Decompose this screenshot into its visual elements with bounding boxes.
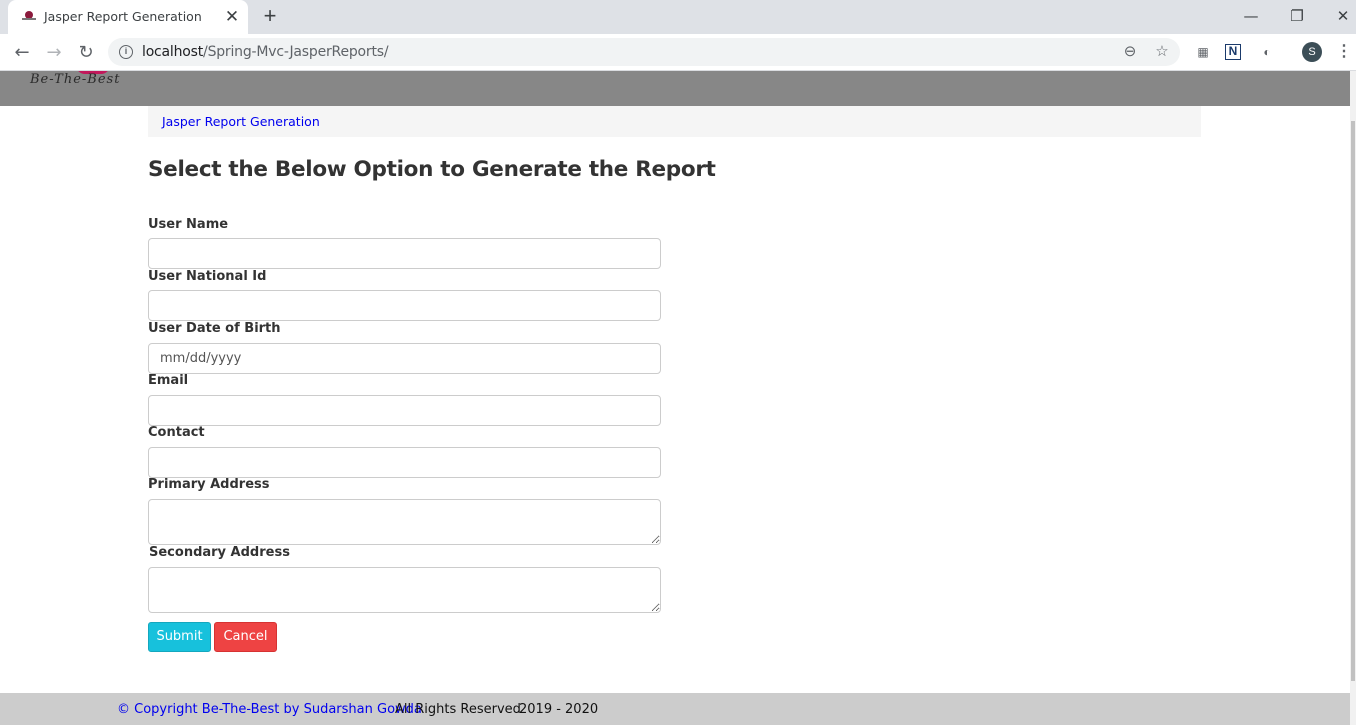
zoom-icon[interactable]: ⊖ bbox=[1120, 42, 1140, 62]
tab-title: Jasper Report Generation bbox=[44, 9, 202, 24]
primary-address-label: Primary Address bbox=[148, 477, 270, 492]
footer-rights: All Rights Reserved bbox=[395, 702, 521, 717]
email-label: Email bbox=[148, 373, 189, 388]
browser-toolbar: ← → ↻ i localhost/Spring-Mvc-JasperRepor… bbox=[0, 34, 1356, 71]
new-tab-icon[interactable]: + bbox=[258, 5, 282, 29]
page-scrollbar[interactable] bbox=[1350, 71, 1356, 725]
dob-label: User Date of Birth bbox=[148, 321, 281, 336]
site-logo[interactable]: Be-The-Best bbox=[30, 72, 120, 87]
footer-years: 2019 - 2020 bbox=[519, 702, 599, 717]
secondary-address-label: Secondary Address bbox=[149, 545, 290, 560]
star-icon[interactable]: ☆ bbox=[1152, 42, 1172, 62]
cancel-button[interactable]: Cancel bbox=[214, 622, 277, 652]
menu-icon[interactable]: ⋮ bbox=[1336, 42, 1352, 62]
page-viewport: Be-The-Best Jasper Report Generation Sel… bbox=[0, 71, 1350, 725]
extension-icon[interactable]: ▦ bbox=[1193, 42, 1213, 62]
contact-label: Contact bbox=[148, 425, 205, 440]
page-title: Select the Below Option to Generate the … bbox=[148, 157, 716, 182]
url-text[interactable]: localhost/Spring-Mvc-JasperReports/ bbox=[142, 44, 389, 60]
footer-copyright-link[interactable]: © Copyright Be-The-Best by Sudarshan Gow… bbox=[117, 702, 422, 717]
forward-icon[interactable]: → bbox=[41, 40, 67, 66]
national-id-label: User National Id bbox=[148, 269, 267, 284]
info-icon[interactable]: i bbox=[119, 45, 133, 59]
dark-mode-icon[interactable]: ◐ bbox=[1257, 42, 1277, 62]
site-favicon-icon bbox=[22, 11, 36, 20]
url-host: localhost bbox=[142, 44, 204, 60]
dob-input[interactable] bbox=[148, 343, 661, 374]
breadcrumb: Jasper Report Generation bbox=[148, 106, 1201, 137]
national-id-input[interactable] bbox=[148, 290, 661, 321]
address-bar[interactable]: i localhost/Spring-Mvc-JasperReports/ ⊖ … bbox=[108, 38, 1180, 66]
user-name-input[interactable] bbox=[148, 238, 661, 269]
email-input[interactable] bbox=[148, 395, 661, 426]
contact-input[interactable] bbox=[148, 447, 661, 478]
url-path: /Spring-Mvc-JasperReports/ bbox=[203, 44, 389, 60]
scrollbar-thumb[interactable] bbox=[1351, 121, 1355, 681]
reload-icon[interactable]: ↻ bbox=[73, 40, 99, 66]
profile-avatar[interactable]: S bbox=[1302, 42, 1322, 62]
browser-tab[interactable]: Jasper Report Generation ✕ bbox=[8, 0, 248, 34]
user-name-label: User Name bbox=[148, 217, 229, 232]
minimize-icon[interactable]: — bbox=[1228, 2, 1274, 30]
site-footer: © Copyright Be-The-Best by Sudarshan Gow… bbox=[0, 693, 1350, 725]
window-close-icon[interactable]: ✕ bbox=[1320, 2, 1356, 30]
back-icon[interactable]: ← bbox=[9, 40, 35, 66]
maximize-icon[interactable]: ❐ bbox=[1274, 2, 1320, 30]
notion-icon[interactable]: N bbox=[1225, 44, 1241, 60]
browser-tab-bar: Jasper Report Generation ✕ + — ❐ ✕ bbox=[0, 0, 1356, 34]
submit-button[interactable]: Submit bbox=[148, 622, 211, 652]
secondary-address-textarea[interactable] bbox=[148, 567, 661, 613]
primary-address-textarea[interactable] bbox=[148, 499, 661, 545]
breadcrumb-link[interactable]: Jasper Report Generation bbox=[162, 114, 320, 129]
tab-close-icon[interactable]: ✕ bbox=[222, 7, 242, 27]
site-header: Be-The-Best bbox=[0, 71, 1350, 106]
